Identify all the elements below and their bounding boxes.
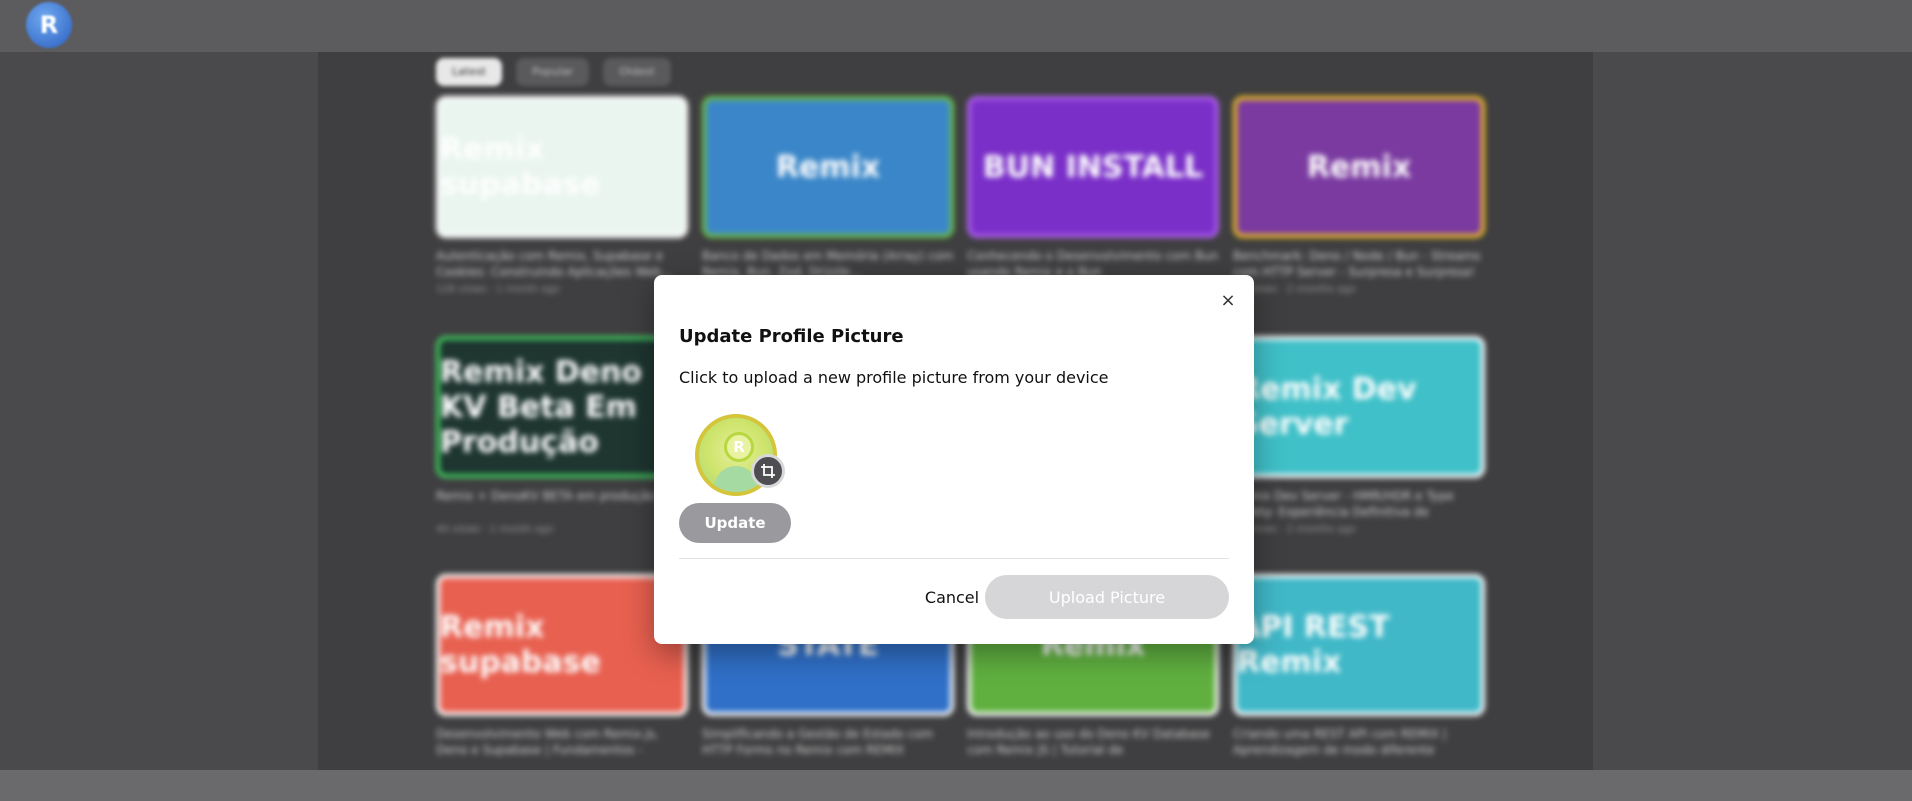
filter-oldest[interactable]: Oldest [603, 58, 671, 86]
video-title[interactable]: Simplificando a Gestão de Estado com HTT… [702, 726, 954, 758]
video-card[interactable]: API REST Remix Criando uma REST API com R… [1233, 574, 1485, 762]
avatar-letter: R [724, 432, 754, 462]
video-thumbnail[interactable]: Remix [1233, 96, 1485, 238]
video-title[interactable]: Remix Dev Server - HMR/HDR e Type Safety… [1233, 488, 1485, 520]
video-card[interactable]: Remix Dev Server Remix Dev Server - HMR/H… [1233, 336, 1485, 535]
video-title[interactable]: Benchmark: Deno / Node / Bun - Streams c… [1233, 248, 1485, 280]
video-thumbnail[interactable]: API REST Remix [1233, 574, 1485, 716]
video-thumbnail[interactable]: Remix Dev Server [1233, 336, 1485, 478]
video-thumbnail[interactable]: Remix Deno KV Beta Em Produção [436, 336, 688, 478]
video-meta: 68 views · 2 months ago [1233, 284, 1356, 295]
filter-latest[interactable]: Latest [436, 58, 502, 86]
logo-letter: R [39, 11, 59, 39]
remix-logo-icon[interactable]: R [26, 2, 72, 48]
video-card[interactable]: Remix supabase Desenvolvimento Web com Re… [436, 574, 688, 762]
dialog-description: Click to upload a new profile picture fr… [679, 368, 1109, 387]
video-title[interactable]: Introdução ao uso do Deno KV Database co… [967, 726, 1219, 758]
top-navigation-bar: R [0, 0, 1912, 52]
video-card[interactable]: Remix Benchmark: Deno / Node / Bun - Stre… [1233, 96, 1485, 295]
video-card[interactable]: Remix Deno KV Beta Em Produção Remix + De… [436, 336, 688, 535]
crop-icon[interactable] [751, 454, 785, 488]
upload-picture-button[interactable]: Upload Picture [985, 575, 1229, 619]
filter-popular[interactable]: Popular [516, 58, 590, 86]
dialog-title: Update Profile Picture [679, 326, 904, 347]
video-thumbnail[interactable]: Remix [702, 96, 954, 238]
update-profile-picture-dialog: × Update Profile Picture Click to upload… [654, 275, 1254, 644]
crop-icon-svg [761, 464, 775, 478]
video-meta: 128 views · 1 month ago [436, 284, 560, 295]
filter-chips: Latest Popular Oldest [436, 58, 671, 86]
video-meta: 88 views · 2 months ago [1233, 524, 1356, 535]
video-thumbnail[interactable]: Remix supabase [436, 96, 688, 238]
update-button[interactable]: Update [679, 503, 791, 543]
close-icon[interactable]: × [1218, 291, 1238, 311]
avatar-upload-target[interactable]: R [695, 414, 785, 496]
video-title[interactable]: Desenvolvimento Web com Remix.js, Deno e… [436, 726, 688, 758]
video-thumbnail[interactable]: Remix supabase [436, 574, 688, 716]
video-title[interactable]: Remix + DenoKV BETA em produção [436, 488, 688, 520]
video-card[interactable]: Remix Banco de Dados em Memória (Array) c… [702, 96, 954, 284]
dialog-divider [679, 558, 1229, 559]
video-meta: 40 views · 1 month ago [436, 524, 554, 535]
bottom-bar [0, 770, 1912, 801]
video-thumbnail[interactable]: BUN INSTALL [967, 96, 1219, 238]
video-title[interactable]: Autenticação com Remix, Supabase e Cooki… [436, 248, 688, 280]
video-title[interactable]: Criando uma REST API com REMIX | Aprendi… [1233, 726, 1485, 758]
video-card[interactable]: BUN INSTALL Conhecendo o Desenvolvimento … [967, 96, 1219, 284]
video-card[interactable]: Remix supabase Autenticação com Remix, Su… [436, 96, 688, 295]
